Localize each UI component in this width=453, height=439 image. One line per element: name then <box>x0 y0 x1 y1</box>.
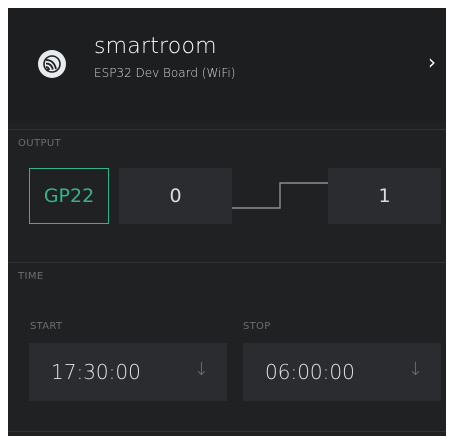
start-time-value: 17:30:00 <box>51 360 141 384</box>
switch-waveform-icon <box>232 182 328 209</box>
stop-time-picker[interactable]: 06:00:00 ↓ <box>243 343 441 401</box>
widget-settings-panel: smartroom ESP32 Dev Board (WiFi) › OUTPU… <box>8 8 446 436</box>
divider <box>8 262 446 263</box>
divider <box>8 129 446 130</box>
output-section-label: OUTPUT <box>18 138 62 149</box>
chevron-right-icon[interactable]: › <box>428 52 436 72</box>
device-header[interactable]: smartroom ESP32 Dev Board (WiFi) › <box>8 8 446 122</box>
output-high-value[interactable]: 1 <box>328 168 441 224</box>
device-board: ESP32 Dev Board (WiFi) <box>94 66 236 80</box>
time-section-label: TIME <box>18 271 44 282</box>
start-label: START <box>30 321 63 332</box>
arrow-down-icon: ↓ <box>193 359 209 380</box>
espressif-icon <box>38 50 66 78</box>
stop-time-value: 06:00:00 <box>265 360 355 384</box>
arrow-down-icon: ↓ <box>407 359 423 380</box>
stop-label: STOP <box>243 321 271 332</box>
start-time-picker[interactable]: 17:30:00 ↓ <box>29 343 227 401</box>
output-low-value[interactable]: 0 <box>119 168 232 224</box>
pin-selector-button[interactable]: GP22 <box>29 168 109 224</box>
divider <box>8 431 446 432</box>
device-name: smartroom <box>94 34 217 59</box>
